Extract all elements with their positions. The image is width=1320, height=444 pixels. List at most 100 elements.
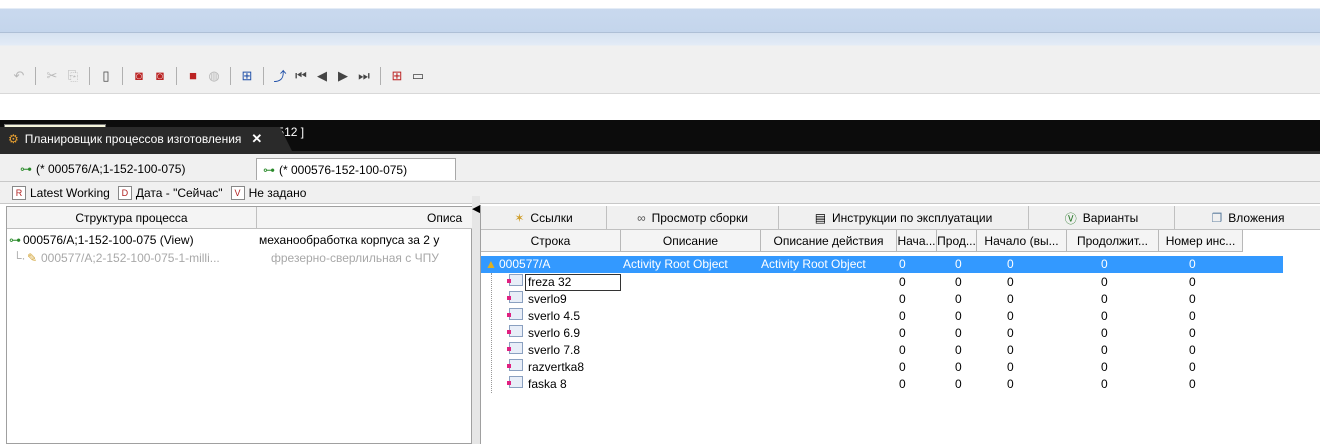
cell-number: 0 [1189,309,1196,323]
table-row[interactable]: faska 8 0 0 0 0 0 [481,376,1281,393]
tab-product-structure[interactable]: ⊶ (* 000576-152-100-075) [256,158,456,180]
process-structure-tree[interactable]: Структура процесса Описа ⊶ 000576/A;1-15… [6,206,473,444]
tree-row[interactable]: └· ✎ 000577/A;2-152-100-075-1-milli... ф… [7,249,473,267]
revision-b-icon[interactable]: ◙ [151,67,169,85]
instructions-icon: ▤ [814,211,827,225]
glasses-icon: ∞ [637,211,646,225]
cell-duration2: 0 [1101,343,1108,357]
toolbar-separator [176,66,177,85]
operation-icon: ✎ [27,251,38,265]
table-row[interactable]: sverlo9 0 0 0 0 0 [481,291,1281,308]
cell-number: 0 [1189,326,1196,340]
tab-instructions[interactable]: ▤ Инструкции по эксплуатации [779,206,1029,230]
revision-rule-unset[interactable]: V Не задано [230,185,306,200]
close-icon[interactable]: ✕ [251,131,262,147]
tab-assembly-view[interactable]: ∞ Просмотр сборки [607,206,779,230]
cell-duration: 0 [955,377,962,391]
cell-start: 0 [899,292,906,306]
table-row[interactable]: sverlo 4.5 0 0 0 0 0 [481,308,1281,325]
pane-splitter[interactable] [472,196,480,444]
prev-icon[interactable]: ◀ [313,67,331,85]
cell-name: faska 8 [528,377,567,391]
toolbar-separator [230,66,231,85]
cell-name: razvertka8 [528,360,585,374]
cell-duration: 0 [955,275,962,289]
last-icon[interactable]: ⏭ [355,67,373,85]
structure-icon: ⊶ [263,162,275,177]
link-icon[interactable]: ⤴ [271,67,289,85]
tab-label: Варианты [1082,211,1139,225]
revision-rule-label: Latest Working [30,185,110,200]
column-header-structure[interactable]: Структура процесса [7,207,257,229]
cell-duration: 0 [955,309,962,323]
tab-variants[interactable]: Ⓥ Варианты [1029,206,1175,230]
table-row[interactable]: sverlo 7.8 0 0 0 0 0 [481,342,1281,359]
operation-icon [507,291,523,303]
cell-start: 0 [899,343,906,357]
cell-start-calc: 0 [1007,360,1014,374]
root-activity-icon: ▲ [485,257,497,271]
column-header[interactable]: Строка [481,230,621,252]
calendar-icon: D [117,185,132,200]
undo-icon[interactable]: ↶ [10,67,28,85]
first-icon[interactable]: ⏮ [292,67,310,85]
revision-a-icon[interactable]: ◙ [130,67,148,85]
table-row[interactable]: sverlo 6.9 0 0 0 0 0 [481,325,1281,342]
table-row[interactable]: razvertka8 0 0 0 0 0 [481,359,1281,376]
column-header[interactable]: Номер инс... [1159,230,1243,252]
grid-icon[interactable]: ⊞ [238,67,256,85]
editor-tab-process-planner[interactable]: ⚙ Планировщик процессов изготовления ✕ [0,127,292,151]
table-row[interactable]: freza 32 0 0 0 0 0 [481,274,1281,291]
column-header-description[interactable]: Описа [427,207,473,229]
paint-icon[interactable]: ■ [184,67,202,85]
cell-duration2: 0 [1101,326,1108,340]
cell-number: 0 [1189,377,1196,391]
revision-rule-bar: R Latest Working D Дата - "Сейчас" V Не … [0,182,1320,204]
cut-icon[interactable]: ✂ [43,67,61,85]
window-icon[interactable]: ▭ [409,67,427,85]
cell-duration2: 0 [1101,377,1108,391]
column-header[interactable]: Нача... [897,230,937,252]
table-row-root[interactable]: ▲ 000577/A Activity Root Object Activity… [481,256,1283,273]
cell-number: 0 [1189,257,1196,271]
cell-name: 000577/A [499,257,551,271]
tab-label: (* 000576/A;1-152-100-075) [36,162,186,176]
tree-row[interactable]: ⊶ 000576/A;1-152-100-075 (View) механооб… [7,231,473,249]
operation-icon [507,274,523,286]
column-header[interactable]: Описание действия [761,230,897,252]
cell-start: 0 [899,275,906,289]
tab-references[interactable]: ✶ Ссылки [481,206,607,230]
tab-process-structure[interactable]: ⊶ (* 000576/A;1-152-100-075) [14,158,191,180]
toolbar-separator [122,66,123,85]
column-header[interactable]: Описание [621,230,761,252]
expand-icon[interactable]: ⊞ [388,67,406,85]
column-header[interactable]: Начало (вы... [977,230,1067,252]
tree-connector: └· [13,251,26,265]
globe-icon[interactable]: ◍ [205,67,223,85]
column-header[interactable]: Прод... [937,230,977,252]
cell-action-description: Activity Root Object [761,257,866,271]
next-icon[interactable]: ▶ [334,67,352,85]
cell-start: 0 [899,326,906,340]
cell-start-calc: 0 [1007,275,1014,289]
copy-icon[interactable]: ⎘ [64,67,82,85]
revision-rule-latest[interactable]: R Latest Working [12,185,110,200]
column-header[interactable]: Продолжит... [1067,230,1159,252]
tab-attachments[interactable]: ❐ Вложения [1175,206,1320,230]
variant-icon: V [230,185,245,200]
tree-row-name: 000577/A;2-152-100-075-1-milli... [41,251,220,265]
cell-duration2: 0 [1101,275,1108,289]
cell-number: 0 [1189,343,1196,357]
new-icon[interactable]: ▯ [97,67,115,85]
references-icon: ✶ [514,211,525,225]
cell-start-calc: 0 [1007,343,1014,357]
cell-name: freza 32 [528,275,572,289]
revision-rule-date[interactable]: D Дата - "Сейчас" [117,185,223,200]
cell-duration2: 0 [1101,309,1108,323]
cell-duration: 0 [955,343,962,357]
cell-start: 0 [899,257,906,271]
operation-icon [507,308,523,320]
cell-name: sverlo 7.8 [528,343,581,357]
activity-tabs: ✶ Ссылки ∞ Просмотр сборки ▤ Инструкции … [481,206,1320,230]
cell-duration: 0 [955,326,962,340]
